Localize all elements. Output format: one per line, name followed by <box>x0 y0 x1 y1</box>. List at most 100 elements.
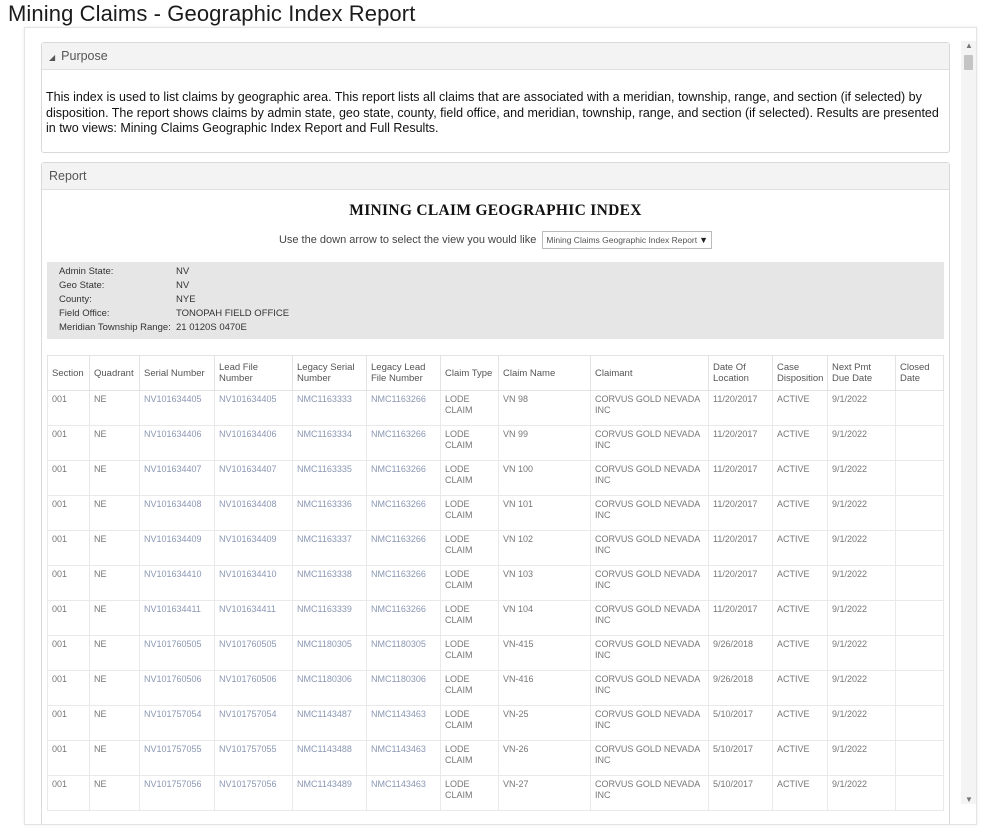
table-cell: CORVUS GOLD NEVADA INC <box>590 390 709 426</box>
table-cell[interactable]: NMC1163266 <box>366 565 441 601</box>
table-cell: LODE CLAIM <box>440 425 499 461</box>
table-cell: ACTIVE <box>772 635 828 671</box>
table-cell[interactable]: NMC1163334 <box>292 425 367 461</box>
table-cell[interactable]: NV101757056 <box>139 775 215 811</box>
table-cell[interactable]: NV101634409 <box>139 530 215 566</box>
table-cell[interactable]: NV101757054 <box>139 705 215 741</box>
table-cell: VN-27 <box>498 775 591 811</box>
table-cell <box>895 600 944 636</box>
table-cell[interactable]: NMC1163337 <box>292 530 367 566</box>
table-cell[interactable]: NV101634411 <box>214 600 293 636</box>
table-cell[interactable]: NMC1163266 <box>366 495 441 531</box>
table-cell: 001 <box>47 495 90 531</box>
scrollbar-thumb[interactable] <box>964 55 973 70</box>
table-cell: LODE CLAIM <box>440 740 499 776</box>
table-cell[interactable]: NV101634411 <box>139 600 215 636</box>
column-header[interactable]: Lead File Number <box>214 355 293 391</box>
table-cell: VN 98 <box>498 390 591 426</box>
table-cell: 9/1/2022 <box>827 390 896 426</box>
column-header[interactable]: Serial Number <box>139 355 215 391</box>
vertical-scrollbar[interactable]: ▲ ▼ <box>961 41 976 804</box>
table-cell: LODE CLAIM <box>440 565 499 601</box>
table-cell[interactable]: NMC1163336 <box>292 495 367 531</box>
table-cell[interactable]: NMC1163333 <box>292 390 367 426</box>
table-cell: ACTIVE <box>772 425 828 461</box>
table-cell[interactable]: NMC1163266 <box>366 600 441 636</box>
table-cell: 001 <box>47 705 90 741</box>
criteria-label: Geo State: <box>59 280 105 291</box>
criteria-value: NV <box>176 280 190 291</box>
table-cell[interactable]: NMC1180306 <box>292 670 367 706</box>
table-cell[interactable]: NMC1143487 <box>292 705 367 741</box>
table-cell[interactable]: NV101757055 <box>139 740 215 776</box>
table-cell <box>895 390 944 426</box>
table-cell[interactable]: NMC1163266 <box>366 460 441 496</box>
table-cell[interactable]: NV101757056 <box>214 775 293 811</box>
table-cell[interactable]: NMC1143489 <box>292 775 367 811</box>
table-cell[interactable]: NMC1163266 <box>366 425 441 461</box>
table-cell: 11/20/2017 <box>708 460 773 496</box>
table-cell: 001 <box>47 670 90 706</box>
table-cell: LODE CLAIM <box>440 530 499 566</box>
table-cell[interactable]: NMC1180306 <box>366 670 441 706</box>
table-cell[interactable]: NMC1180305 <box>292 635 367 671</box>
triangle-collapse-icon[interactable]: ◢ <box>49 53 55 62</box>
table-cell[interactable]: NMC1163266 <box>366 530 441 566</box>
table-row: 001 NE NV101634410 NV101634410 NMC1163338 NMC… <box>47 565 944 601</box>
table-cell[interactable]: NMC1143463 <box>366 775 441 811</box>
table-cell[interactable]: NV101760505 <box>139 635 215 671</box>
table-cell[interactable]: NMC1163266 <box>366 390 441 426</box>
table-cell[interactable]: NV101634410 <box>139 565 215 601</box>
column-header[interactable]: Closed Date <box>895 355 944 391</box>
column-header[interactable]: Quadrant <box>89 355 140 391</box>
table-cell: VN 104 <box>498 600 591 636</box>
table-cell[interactable]: NV101757055 <box>214 740 293 776</box>
table-cell[interactable]: NV101634410 <box>214 565 293 601</box>
table-cell[interactable]: NV101634406 <box>139 425 215 461</box>
table-cell[interactable]: NMC1163339 <box>292 600 367 636</box>
table-row: 001 NE NV101634411 NV101634411 NMC1163339 NMC… <box>47 600 944 636</box>
column-header[interactable]: Claim Name <box>498 355 591 391</box>
table-cell: 9/1/2022 <box>827 600 896 636</box>
table-cell[interactable]: NV101634405 <box>139 390 215 426</box>
column-header[interactable]: Date Of Location <box>708 355 773 391</box>
table-cell[interactable]: NMC1180305 <box>366 635 441 671</box>
table-cell: ACTIVE <box>772 775 828 811</box>
view-select[interactable]: Mining Claims Geographic Index Report ▼ <box>542 231 713 249</box>
table-cell[interactable]: NV101634405 <box>214 390 293 426</box>
table-cell: LODE CLAIM <box>440 600 499 636</box>
column-header[interactable]: Next Pmt Due Date <box>827 355 896 391</box>
table-cell[interactable]: NMC1143463 <box>366 705 441 741</box>
report-frame: ◢ Purpose This index is used to list clai… <box>24 27 977 825</box>
table-cell[interactable]: NV101634406 <box>214 425 293 461</box>
table-cell: CORVUS GOLD NEVADA INC <box>590 740 709 776</box>
table-cell[interactable]: NV101634407 <box>139 460 215 496</box>
column-header[interactable]: Legacy Serial Number <box>292 355 367 391</box>
scroll-up-icon[interactable]: ▲ <box>965 41 973 50</box>
table-cell[interactable]: NV101757054 <box>214 705 293 741</box>
table-cell[interactable]: NV101760506 <box>214 670 293 706</box>
column-header[interactable]: Claim Type <box>440 355 499 391</box>
table-cell: NE <box>89 565 140 601</box>
table-cell[interactable]: NMC1163338 <box>292 565 367 601</box>
table-cell[interactable]: NV101634408 <box>214 495 293 531</box>
table-cell[interactable]: NV101634409 <box>214 530 293 566</box>
table-cell: NE <box>89 460 140 496</box>
purpose-header-label: Purpose <box>61 49 108 63</box>
purpose-header[interactable]: ◢ Purpose <box>42 43 949 70</box>
scroll-down-icon[interactable]: ▼ <box>965 795 973 804</box>
table-cell: CORVUS GOLD NEVADA INC <box>590 495 709 531</box>
column-header[interactable]: Legacy Lead File Number <box>366 355 441 391</box>
column-header[interactable]: Claimant <box>590 355 709 391</box>
table-cell: CORVUS GOLD NEVADA INC <box>590 425 709 461</box>
table-cell[interactable]: NV101760505 <box>214 635 293 671</box>
table-cell[interactable]: NV101760506 <box>139 670 215 706</box>
table-cell[interactable]: NMC1163335 <box>292 460 367 496</box>
column-header[interactable]: Section <box>47 355 90 391</box>
table-cell[interactable]: NV101634407 <box>214 460 293 496</box>
column-header[interactable]: Case Disposition <box>772 355 828 391</box>
table-cell[interactable]: NMC1143488 <box>292 740 367 776</box>
table-cell[interactable]: NV101634408 <box>139 495 215 531</box>
table-row: 001 NE NV101634408 NV101634408 NMC1163336 NMC… <box>47 495 944 531</box>
table-cell[interactable]: NMC1143463 <box>366 740 441 776</box>
